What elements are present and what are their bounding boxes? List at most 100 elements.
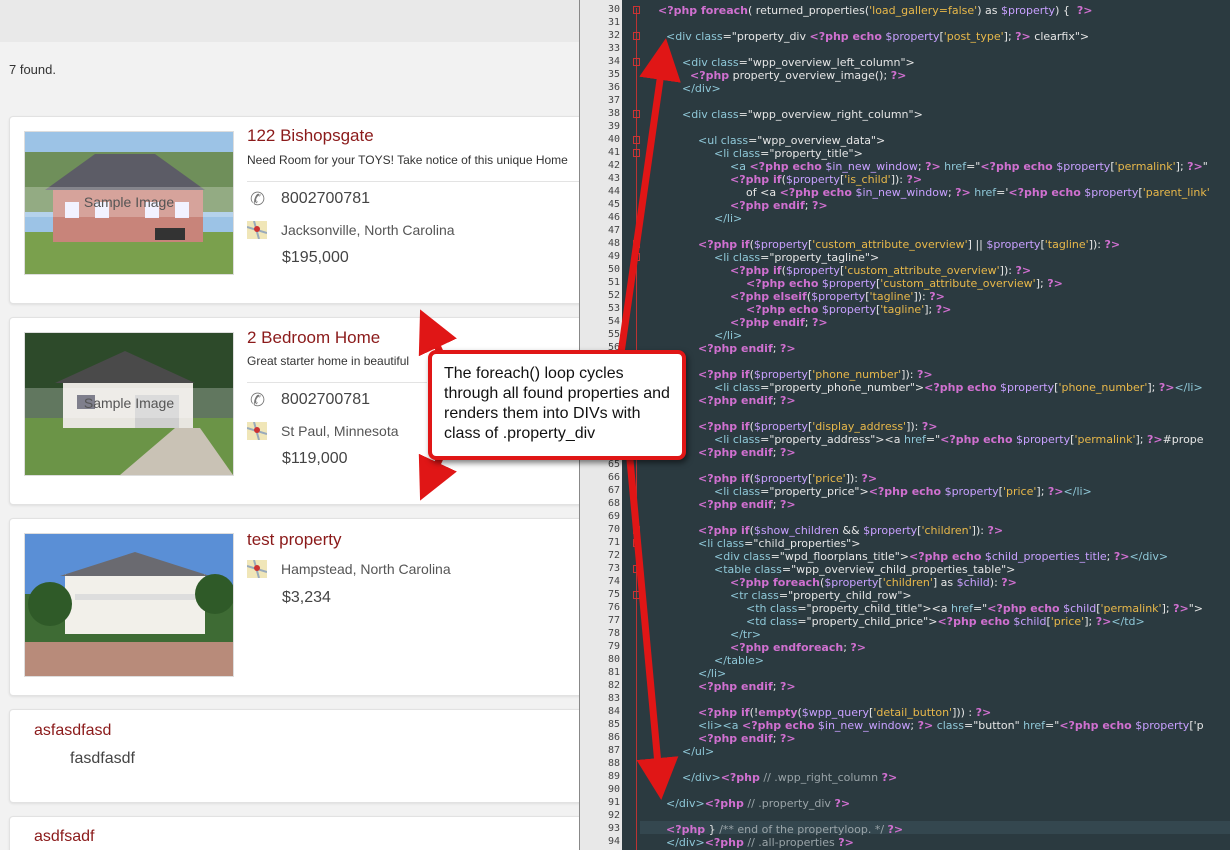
code-line[interactable]: </li> <box>698 667 726 680</box>
code-line[interactable]: <div class="wpd_floorplans_title"><?php … <box>714 550 1168 563</box>
code-token: ; <box>772 394 780 407</box>
code-line[interactable]: <th class="property_child_title"><a href… <box>746 602 1203 615</box>
code-token: <a <box>730 160 750 173</box>
fold-marker[interactable] <box>633 253 640 261</box>
property-image[interactable]: Sample Image <box>24 131 234 275</box>
code-line[interactable]: <?php if($show_children && $property['ch… <box>698 524 1003 537</box>
code-line[interactable]: </tr> <box>730 628 761 641</box>
code-line[interactable]: <?php endforeach; ?> <box>730 641 866 654</box>
fold-marker[interactable] <box>633 58 640 66</box>
code-line[interactable]: <?php property_overview_image(); ?> <box>690 69 906 82</box>
property-title-link[interactable]: 2 Bedroom Home <box>247 328 380 348</box>
code-line[interactable]: <li class="property_tagline"> <box>714 251 879 264</box>
line-number: 87 <box>607 745 620 756</box>
code-line[interactable]: <?php if($property['is_child']): ?> <box>730 173 922 186</box>
code-token: <?php echo <box>1008 186 1081 199</box>
property-address-link[interactable]: St Paul, Minnesota <box>281 423 399 439</box>
code-line[interactable]: </ul> <box>682 745 714 758</box>
code-line[interactable]: <ul class="wpp_overview_data"> <box>698 134 885 147</box>
code-line[interactable]: <?php if($property['phone_number']): ?> <box>698 368 933 381</box>
code-line[interactable]: <?php endif; ?> <box>698 394 796 407</box>
code-line[interactable]: <?php endif; ?> <box>730 316 828 329</box>
code-line[interactable]: <?php endif; ?> <box>698 680 796 693</box>
code-line[interactable]: <li class="property_price"><?php echo $p… <box>714 485 1092 498</box>
code-token: $property <box>818 277 876 290</box>
code-line[interactable]: <div class="property_div <?php echo $pro… <box>666 30 1089 43</box>
fold-marker[interactable] <box>633 565 640 573</box>
property-address-link[interactable]: Hampstead, North Carolina <box>281 561 451 577</box>
code-line[interactable]: <div class="wpp_overview_left_column"> <box>682 56 915 69</box>
code-line[interactable]: <td class="property_child_price"><?php e… <box>746 615 1145 628</box>
code-line[interactable]: <?php endif; ?> <box>698 342 796 355</box>
fold-marker[interactable] <box>633 591 640 599</box>
child-property-title-link[interactable]: asdfsadf <box>34 828 94 846</box>
code-line[interactable]: </div> <box>682 82 721 95</box>
code-line[interactable]: <li class="property_phone_number"><?php … <box>714 381 1203 394</box>
code-line[interactable]: <?php } /** end of the propertyloop. */ … <box>666 823 903 836</box>
code-token: </ul> <box>682 745 715 758</box>
code-line[interactable]: <?php elseif($property['tagline']): ?> <box>730 290 945 303</box>
code-line[interactable]: <?php foreach($property['children'] as $… <box>730 576 1017 589</box>
code-line[interactable]: </div><?php // .all-properties ?> <box>666 836 854 849</box>
fold-marker[interactable] <box>633 526 640 534</box>
child-property-subtitle: fasdfasdf <box>70 750 135 767</box>
code-line[interactable]: </li> <box>714 212 742 225</box>
fold-marker[interactable] <box>633 136 640 144</box>
code-token: <?php if <box>698 524 750 537</box>
code-line[interactable]: of <a <?php echo $in_new_window; ?> href… <box>746 186 1210 199</box>
fold-marker[interactable] <box>633 6 640 14</box>
code-line[interactable]: <tr class="property_child_row"> <box>730 589 912 602</box>
code-line[interactable]: <?php echo $property['custom_attribute_o… <box>746 277 1063 290</box>
property-title-link[interactable]: test property <box>247 530 342 550</box>
line-number: 79 <box>607 641 620 652</box>
phone-icon: ✆ <box>250 390 266 410</box>
code-line[interactable]: <?php if(!empty($wpp_query['detail_butto… <box>698 706 991 719</box>
code-token: ?> <box>1104 238 1121 251</box>
code-line[interactable]: <li class="property_title"> <box>714 147 863 160</box>
code-line[interactable]: <?php if($property['price']): ?> <box>698 472 877 485</box>
code-line[interactable]: </li> <box>714 329 742 342</box>
code-token: ?> <box>861 472 878 485</box>
code-line[interactable]: <?php echo $property['tagline']; ?> <box>746 303 951 316</box>
code-line[interactable]: <div class="wpp_overview_right_column"> <box>682 108 923 121</box>
fold-marker[interactable] <box>633 110 640 118</box>
code-line[interactable]: <li class="child_properties"> <box>698 537 860 550</box>
property-tagline: Great starter home in beautiful <box>247 354 410 368</box>
property-image[interactable] <box>24 533 234 677</box>
property-image[interactable]: Sample Image <box>24 332 234 476</box>
code-token: <?php echo <box>909 550 982 563</box>
property-title-link[interactable]: 122 Bishopsgate <box>247 126 374 146</box>
code-line[interactable]: <?php endif; ?> <box>698 498 796 511</box>
code-token: ]): <box>845 472 862 485</box>
code-line[interactable]: <table class="wpp_overview_child_propert… <box>714 563 1015 576</box>
code-token: <div <box>714 550 740 563</box>
line-number: 91 <box>607 797 620 808</box>
code-token: </td> <box>1111 615 1145 628</box>
code-line[interactable]: <?php endif; ?> <box>698 732 796 745</box>
map-icon <box>247 560 267 578</box>
fold-marker[interactable] <box>633 32 640 40</box>
code-line[interactable]: <li class="property_address"><a href="<?… <box>714 433 1204 446</box>
code-line[interactable]: </table> <box>714 654 764 667</box>
code-token: ?> <box>1015 30 1031 43</box>
code-line[interactable]: <?php endif; ?> <box>698 446 796 459</box>
code-line[interactable]: <?php if($property['custom_attribute_ove… <box>730 264 1031 277</box>
code-token: 'permalink' <box>1114 160 1176 173</box>
fold-marker[interactable] <box>633 240 640 248</box>
code-line[interactable]: </div><?php // .property_div ?> <box>666 797 850 810</box>
code-token: <li <box>714 433 730 446</box>
code-line[interactable]: <?php if($property['display_address']): … <box>698 420 937 433</box>
code-token: ?> <box>881 771 898 784</box>
code-line[interactable]: <a <?php echo $in_new_window; ?> href="<… <box>730 160 1208 173</box>
code-line[interactable]: <li><a <?php echo $in_new_window; ?> cla… <box>698 719 1204 732</box>
code-line[interactable]: </div><?php // .wpp_right_column ?> <box>682 771 897 784</box>
fold-marker[interactable] <box>633 149 640 157</box>
child-property-title-link[interactable]: asfasdfasd <box>34 722 111 740</box>
code-line[interactable]: <?php foreach( returned_properties('load… <box>658 4 1092 17</box>
code-line[interactable]: <?php if($property['custom_attribute_ove… <box>698 238 1120 251</box>
code-line[interactable]: <?php endif; ?> <box>730 199 828 212</box>
map-icon <box>247 422 267 440</box>
property-address-link[interactable]: Jacksonville, North Carolina <box>281 222 455 238</box>
code-token: ]): <box>913 290 930 303</box>
fold-marker[interactable] <box>633 539 640 547</box>
